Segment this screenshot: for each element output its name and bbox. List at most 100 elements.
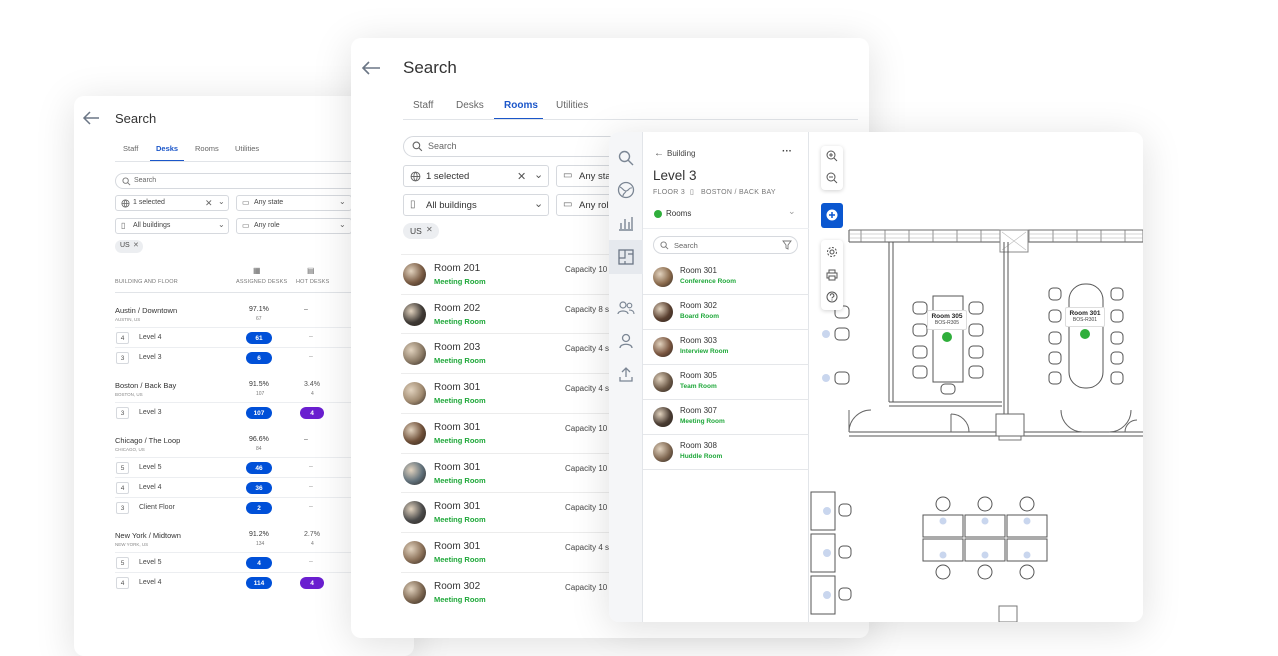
floor-name: Level 3 <box>139 409 162 416</box>
back-to-building[interactable]: Building <box>667 149 695 158</box>
room-search-input[interactable]: Search <box>653 236 798 254</box>
floor-name: Client Floor <box>139 504 175 511</box>
country-tag[interactable]: US ✕ <box>115 240 143 253</box>
page-title: Search <box>115 111 157 126</box>
person-icon[interactable] <box>618 333 634 349</box>
floor-number-badge: 3 <box>116 502 129 514</box>
level-room-row[interactable]: Room 302 Board Room <box>643 295 809 330</box>
assigned-desks-chip[interactable]: 114 <box>246 577 272 589</box>
more-menu-button[interactable]: ··· <box>782 146 792 157</box>
assigned-pct: 97.1% <box>249 306 269 313</box>
map-tab-active[interactable] <box>609 240 643 274</box>
back-arrow-icon[interactable] <box>361 60 381 76</box>
assigned-desks-chip[interactable]: 6 <box>246 352 272 364</box>
remove-tag-icon[interactable]: ✕ <box>133 241 139 249</box>
assigned-desks-chip[interactable]: 46 <box>246 462 272 474</box>
print-icon[interactable] <box>826 269 838 281</box>
layer-select[interactable]: Rooms ⌄ <box>653 206 801 222</box>
search-icon[interactable] <box>618 150 634 166</box>
assigned-count: 67 <box>256 316 262 322</box>
room-capacity: Capacity 10 s <box>565 265 614 274</box>
building-sub: NEW YORK, US <box>115 542 149 547</box>
tab-desks[interactable]: Desks <box>456 100 484 111</box>
assigned-pct: 91.5% <box>249 381 269 388</box>
country-tag[interactable]: US ✕ <box>403 223 439 239</box>
floor-label: FLOOR 3 <box>653 189 686 196</box>
hot-count: 4 <box>311 391 314 397</box>
floor-plan-map[interactable]: Room 305 BOS-R305 Room 301 BOS-R301 <box>809 132 1143 622</box>
buildings-filter-value: All buildings <box>133 222 171 229</box>
globe-icon <box>410 171 421 182</box>
map-icon: ▭ <box>242 198 250 207</box>
tab-utilities[interactable]: Utilities <box>235 144 259 153</box>
globe-icon[interactable] <box>617 181 635 199</box>
clear-icon[interactable]: ✕ <box>205 198 213 209</box>
room-301-map-label[interactable]: Room 301 BOS-R301 <box>1065 307 1105 327</box>
buildings-filter-value: All buildings <box>426 200 477 211</box>
room-thumbnail <box>403 461 426 485</box>
tab-rooms[interactable]: Rooms <box>504 100 538 111</box>
zoom-in-icon[interactable] <box>826 150 838 162</box>
hot-desks-value: – <box>309 483 313 490</box>
level-room-row[interactable]: Room 303 Interview Room <box>643 330 809 365</box>
level-room-row[interactable]: Room 301 Conference Room <box>643 260 809 295</box>
add-button[interactable] <box>821 203 843 228</box>
assigned-desks-chip[interactable]: 61 <box>246 332 272 344</box>
location-filter[interactable]: 1 selected ✕ ⌄ <box>403 165 549 187</box>
level-title: Level 3 <box>653 168 697 183</box>
assigned-desks-chip[interactable]: 107 <box>246 407 272 419</box>
room-capacity: Capacity 4 se <box>565 542 614 552</box>
settings-icon[interactable] <box>826 246 838 258</box>
people-icon[interactable] <box>617 300 635 316</box>
level-room-row[interactable]: Room 307 Meeting Room <box>643 400 809 435</box>
room-305-map-label[interactable]: Room 305 BOS-R305 <box>927 310 967 330</box>
level-room-row[interactable]: Room 308 Huddle Room <box>643 435 809 470</box>
icon-rail <box>609 132 643 622</box>
assigned-desks-chip[interactable]: 2 <box>246 502 272 514</box>
room-name: Room 301 <box>434 461 481 473</box>
help-icon[interactable] <box>826 291 838 303</box>
buildings-filter[interactable]: ▯ All buildings ⌄ <box>403 194 549 216</box>
filter-icon[interactable] <box>782 240 792 250</box>
room-thumbnail <box>403 540 426 564</box>
tab-desks[interactable]: Desks <box>156 144 178 153</box>
hot-desks-chip[interactable]: 4 <box>300 407 324 419</box>
building-name: New York / Midtown <box>115 531 181 540</box>
search-icon <box>122 177 131 186</box>
chevron-down-icon: ⌄ <box>534 198 544 210</box>
remove-tag-icon[interactable]: ✕ <box>426 225 433 234</box>
upload-icon[interactable] <box>618 366 634 382</box>
tab-utilities[interactable]: Utilities <box>556 100 588 111</box>
building-icon: ▯ <box>121 221 126 230</box>
state-filter-value: Any state <box>254 199 284 206</box>
map-label-name: Room 301 <box>1069 310 1101 317</box>
buildings-filter[interactable]: ▯ All buildings ⌄ <box>115 218 229 234</box>
tab-rooms[interactable]: Rooms <box>195 144 219 153</box>
tab-staff[interactable]: Staff <box>413 100 433 111</box>
building-sub: AUSTIN, US <box>115 317 141 322</box>
column-header-assigned: ASSIGNED DESKS <box>236 279 288 285</box>
location-filter[interactable]: 1 selected ✕ ⌄ <box>115 195 229 211</box>
assigned-desks-chip[interactable]: 4 <box>246 557 272 569</box>
zoom-controls <box>821 146 843 190</box>
state-filter[interactable]: ▭ Any state ⌄ <box>236 195 352 211</box>
hot-desks-chip[interactable]: 4 <box>300 577 324 589</box>
level-room-row[interactable]: Room 305 Team Room <box>643 365 809 400</box>
back-arrow-icon[interactable]: ← <box>654 148 664 159</box>
building-label: BOSTON / BACK BAY <box>701 189 776 196</box>
role-icon: ▭ <box>242 221 250 230</box>
role-icon: ▭ <box>563 199 573 210</box>
tab-staff[interactable]: Staff <box>123 144 138 153</box>
room-type: Meeting Room <box>434 356 486 366</box>
page-title: Search <box>403 58 457 77</box>
role-filter[interactable]: ▭ Any role ⌄ <box>236 218 352 234</box>
room-name: Room 302 <box>434 580 481 592</box>
back-arrow-icon[interactable] <box>82 110 100 126</box>
chart-icon[interactable] <box>618 215 634 231</box>
assigned-count: 134 <box>256 541 265 547</box>
hot-count: 4 <box>311 541 314 547</box>
layer-select-value: Rooms <box>666 209 692 218</box>
assigned-desks-chip[interactable]: 36 <box>246 482 272 494</box>
clear-icon[interactable]: ✕ <box>517 170 526 183</box>
zoom-out-icon[interactable] <box>826 172 838 184</box>
